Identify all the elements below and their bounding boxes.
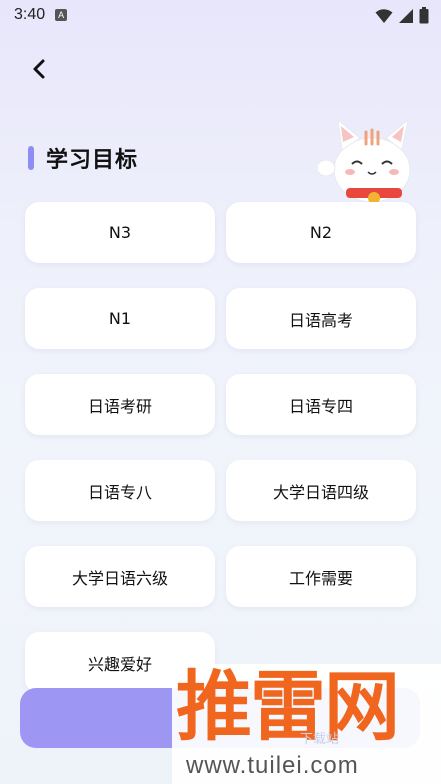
watermark-url: www.tuilei.com: [186, 752, 359, 779]
back-button[interactable]: [24, 54, 54, 84]
section-header: 学习目标: [28, 142, 138, 174]
title-accent-bar: [28, 146, 34, 170]
signal-icon: [399, 8, 413, 23]
goal-option-kaoyan[interactable]: 日语考研: [25, 374, 215, 435]
goal-option-n2[interactable]: N2: [226, 202, 416, 263]
wifi-icon: [375, 8, 393, 23]
status-icons: [375, 7, 429, 24]
goal-options: N3 N2 N1 日语高考 日语考研 日语专四 日语专八 大学日语四级 大学日语…: [25, 202, 416, 693]
battery-icon: [419, 7, 429, 24]
page-title: 学习目标: [46, 148, 139, 173]
goal-option-zhuansi[interactable]: 日语专四: [226, 374, 416, 435]
goal-option-gaokao[interactable]: 日语高考: [226, 288, 416, 349]
goal-option-work[interactable]: 工作需要: [226, 546, 416, 607]
status-bar: 3:40 A: [0, 0, 441, 30]
goal-option-n3[interactable]: N3: [25, 202, 215, 263]
goal-option-n1[interactable]: N1: [25, 288, 215, 349]
goal-option-cet4[interactable]: 大学日语四级: [226, 460, 416, 521]
watermark-subtitle: 下载站: [300, 732, 340, 747]
chevron-left-icon: [33, 59, 45, 79]
lucky-cat-icon: [316, 118, 411, 204]
goal-option-zhuanba[interactable]: 日语专八: [25, 460, 215, 521]
notification-a-icon: A: [55, 9, 68, 21]
status-time: 3:40: [14, 6, 46, 23]
goal-option-cet6[interactable]: 大学日语六级: [25, 546, 215, 607]
